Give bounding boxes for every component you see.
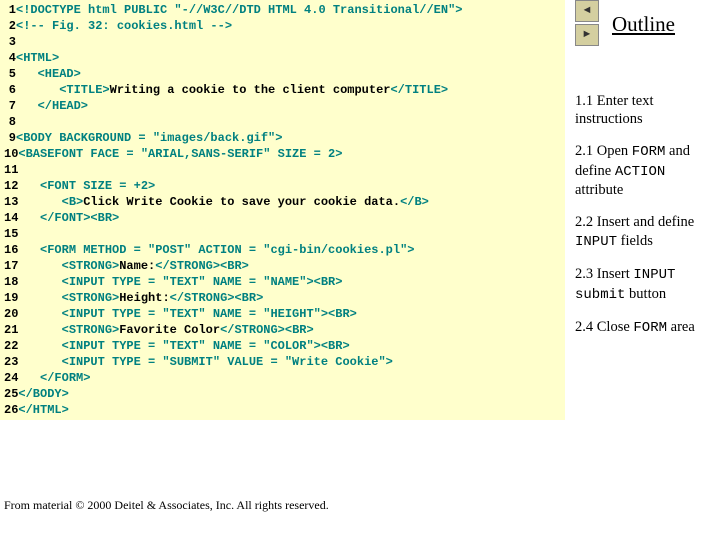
code-line: 9<BODY BACKGROUND = "images/back.gif"> <box>0 130 565 146</box>
code-line: 1<!DOCTYPE html PUBLIC "-//W3C//DTD HTML… <box>0 2 565 18</box>
code-line: 6 <TITLE>Writing a cookie to the client … <box>0 82 565 98</box>
code-line: 13 <B>Click Write Cookie to save your co… <box>0 194 565 210</box>
next-arrow-icon[interactable]: ► <box>575 24 599 46</box>
code-line: 4<HTML> <box>0 50 565 66</box>
footer-text: From material © 2000 Deitel & Associates… <box>4 498 329 513</box>
code-line: 21 <STRONG>Favorite Color</STRONG><BR> <box>0 322 565 338</box>
code-line: 26</HTML> <box>0 402 565 418</box>
outline-item: 1.1 Enter text instructions <box>575 92 715 128</box>
code-line: 5 <HEAD> <box>0 66 565 82</box>
code-line: 18 <INPUT TYPE = "TEXT" NAME = "NAME"><B… <box>0 274 565 290</box>
code-line: 3 <box>0 34 565 50</box>
outline-item: 2.4 Close FORM area <box>575 318 715 338</box>
code-line: 7 </HEAD> <box>0 98 565 114</box>
code-line: 24 </FORM> <box>0 370 565 386</box>
code-line: 19 <STRONG>Height:</STRONG><BR> <box>0 290 565 306</box>
outline-item: 2.2 Insert and define INPUT fields <box>575 213 715 251</box>
code-line: 14 </FONT><BR> <box>0 210 565 226</box>
code-line: 15 <box>0 226 565 242</box>
code-panel: 1<!DOCTYPE html PUBLIC "-//W3C//DTD HTML… <box>0 0 565 420</box>
code-line: 8 <box>0 114 565 130</box>
code-line: 16 <FORM METHOD = "POST" ACTION = "cgi-b… <box>0 242 565 258</box>
outline-title: Outline <box>612 12 675 37</box>
code-line: 12 <FONT SIZE = +2> <box>0 178 565 194</box>
prev-arrow-icon[interactable]: ◄ <box>575 0 599 22</box>
code-line: 2<!-- Fig. 32: cookies.html --> <box>0 18 565 34</box>
code-line: 20 <INPUT TYPE = "TEXT" NAME = "HEIGHT">… <box>0 306 565 322</box>
code-line: 17 <STRONG>Name:</STRONG><BR> <box>0 258 565 274</box>
outline-item: 2.1 Open FORM and define ACTION attribut… <box>575 142 715 199</box>
code-line: 22 <INPUT TYPE = "TEXT" NAME = "COLOR"><… <box>0 338 565 354</box>
outline-item: 2.3 Insert INPUT submit button <box>575 265 715 304</box>
outline-panel: ◄ ► 1.1 Enter text instructions 2.1 Open… <box>575 0 715 352</box>
code-line: 25</BODY> <box>0 386 565 402</box>
code-line: 23 <INPUT TYPE = "SUBMIT" VALUE = "Write… <box>0 354 565 370</box>
code-line: 10<BASEFONT FACE = "ARIAL,SANS-SERIF" SI… <box>0 146 565 162</box>
code-line: 11 <box>0 162 565 178</box>
